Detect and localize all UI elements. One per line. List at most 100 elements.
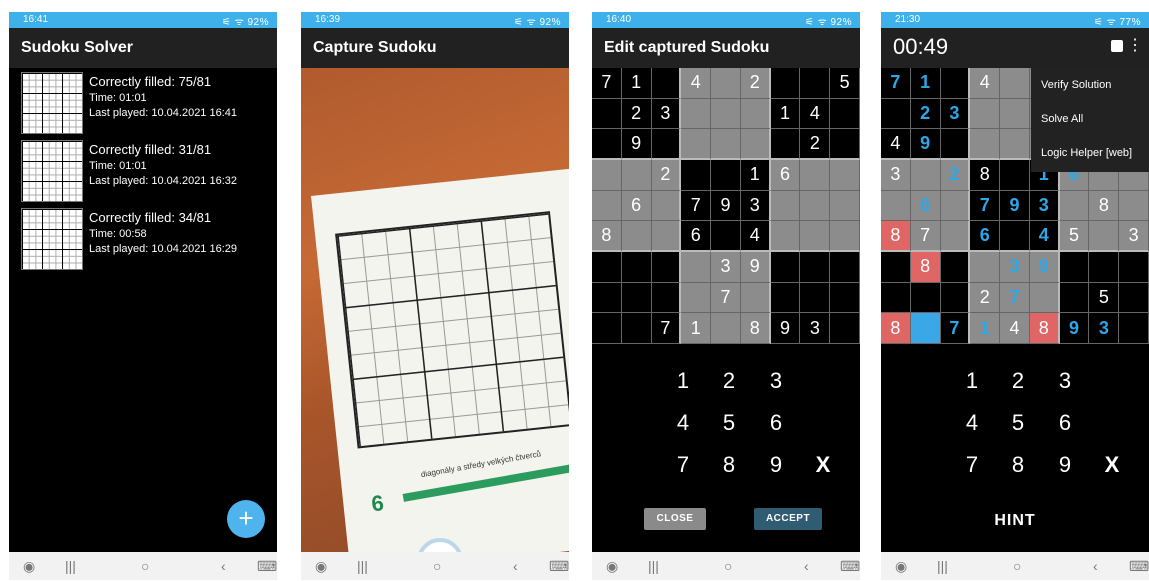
accept-button[interactable]: ACCEPT [754,508,822,530]
sudoku-cell[interactable] [940,68,971,99]
sudoku-cell[interactable]: 7 [1000,282,1030,314]
sudoku-cell[interactable]: 8 [1089,190,1120,222]
sudoku-cell[interactable] [881,190,911,222]
sudoku-cell[interactable]: 6 [621,190,652,222]
sudoku-cell[interactable] [592,313,622,344]
sudoku-cell[interactable]: 6 [681,221,712,252]
sudoku-cell[interactable]: 1 [910,68,941,99]
sudoku-cell[interactable]: 4 [970,68,1001,99]
overflow-menu-icon[interactable]: ⋮ [1127,38,1143,54]
add-sudoku-button[interactable]: + [227,500,265,538]
sudoku-cell[interactable]: 7 [592,68,622,99]
menu-item-logic-helper[interactable]: Logic Helper [web] [1031,136,1149,170]
hint-button[interactable]: HINT [881,512,1149,530]
sudoku-cell[interactable] [711,68,741,99]
sudoku-cell[interactable]: 3 [1000,251,1030,283]
bixby-icon[interactable]: ◉ [606,558,618,575]
home-icon[interactable]: ○ [724,558,732,574]
key-1[interactable]: 1 [668,368,698,394]
sudoku-cell[interactable]: 3 [711,251,741,283]
sudoku-cell[interactable]: 9 [711,190,741,222]
sudoku-cell[interactable] [681,98,712,130]
sudoku-cell[interactable] [711,221,741,252]
sudoku-cell[interactable] [1119,190,1149,222]
save-icon[interactable] [1111,40,1123,52]
sudoku-cell[interactable]: 1 [770,98,801,130]
sudoku-cell[interactable] [1119,282,1149,314]
sudoku-cell[interactable]: 8 [740,313,771,344]
list-item[interactable]: Correctly filled: 31/81 Time: 01:01 Last… [21,140,261,202]
sudoku-cell[interactable] [800,190,831,222]
sudoku-cell[interactable]: 2 [910,98,941,130]
sudoku-cell[interactable]: 3 [881,159,911,191]
sudoku-cell[interactable] [800,282,831,314]
sudoku-cell[interactable]: 9 [621,129,652,160]
sudoku-cell[interactable]: 2 [651,159,682,191]
sudoku-cell[interactable] [740,282,771,314]
sudoku-cell[interactable] [830,129,860,160]
sudoku-cell[interactable] [711,129,741,160]
sudoku-cell[interactable] [910,313,941,344]
sudoku-cell[interactable] [711,159,741,191]
sudoku-cell[interactable] [1059,282,1090,314]
sudoku-cell[interactable]: 5 [830,68,860,99]
sudoku-cell[interactable] [770,221,801,252]
sudoku-cell[interactable]: 9 [770,313,801,344]
key-5[interactable]: 5 [714,410,744,436]
sudoku-cell[interactable] [592,129,622,160]
list-item[interactable]: Correctly filled: 34/81 Time: 00:58 Last… [21,208,261,270]
sudoku-cell[interactable] [592,98,622,130]
sudoku-cell[interactable]: 7 [881,68,911,99]
menu-item-verify-solution[interactable]: Verify Solution [1031,68,1149,102]
key-3[interactable]: 3 [1050,368,1080,394]
bixby-icon[interactable]: ◉ [895,558,907,575]
sudoku-cell[interactable] [740,129,771,160]
sudoku-cell[interactable]: 7 [681,190,712,222]
sudoku-cell[interactable] [1000,98,1030,130]
sudoku-cell[interactable] [1089,221,1120,252]
sudoku-cell[interactable]: 2 [970,282,1001,314]
key-1[interactable]: 1 [957,368,987,394]
sudoku-cell[interactable]: 8 [910,251,941,283]
sudoku-cell[interactable] [1119,313,1149,344]
recent-apps-icon[interactable]: ||| [357,558,368,574]
key-7[interactable]: 7 [668,452,698,478]
back-icon[interactable]: ‹ [513,558,518,574]
home-icon[interactable]: ○ [1013,558,1021,574]
sudoku-cell[interactable] [770,190,801,222]
sudoku-cell[interactable]: 2 [740,68,771,99]
sudoku-cell[interactable] [830,221,860,252]
sudoku-cell[interactable] [881,251,911,283]
sudoku-cell[interactable] [910,159,941,191]
sudoku-cell[interactable] [1000,221,1030,252]
sudoku-cell[interactable]: 6 [970,221,1001,252]
sudoku-cell[interactable]: 3 [651,98,682,130]
sudoku-cell[interactable] [830,251,860,283]
key-6[interactable]: 6 [1050,410,1080,436]
keyboard-icon[interactable]: ⌨ [840,558,860,575]
key-2[interactable]: 2 [1003,368,1033,394]
sudoku-cell[interactable]: 7 [711,282,741,314]
sudoku-cell[interactable] [651,68,682,99]
sudoku-cell[interactable]: 3 [800,313,831,344]
sudoku-cell[interactable] [830,159,860,191]
key-8[interactable]: 8 [714,452,744,478]
key-clear[interactable]: X [1097,452,1127,478]
sudoku-cell[interactable]: 1 [970,313,1001,344]
sudoku-cell[interactable] [970,98,1001,130]
key-2[interactable]: 2 [714,368,744,394]
sudoku-cell[interactable]: 4 [1000,313,1030,344]
sudoku-cell[interactable] [621,282,652,314]
sudoku-cell[interactable] [910,282,941,314]
sudoku-cell[interactable]: 8 [970,159,1001,191]
sudoku-cell[interactable] [651,282,682,314]
sudoku-cell[interactable] [881,282,911,314]
sudoku-cell[interactable]: 2 [621,98,652,130]
sudoku-cell[interactable]: 1 [621,68,652,99]
sudoku-cell[interactable] [651,129,682,160]
sudoku-cell[interactable]: 5 [1089,282,1120,314]
sudoku-cell[interactable] [970,251,1001,283]
sudoku-cell[interactable]: 2 [800,129,831,160]
sudoku-cell[interactable]: 4 [881,129,911,160]
sudoku-cell[interactable] [800,159,831,191]
